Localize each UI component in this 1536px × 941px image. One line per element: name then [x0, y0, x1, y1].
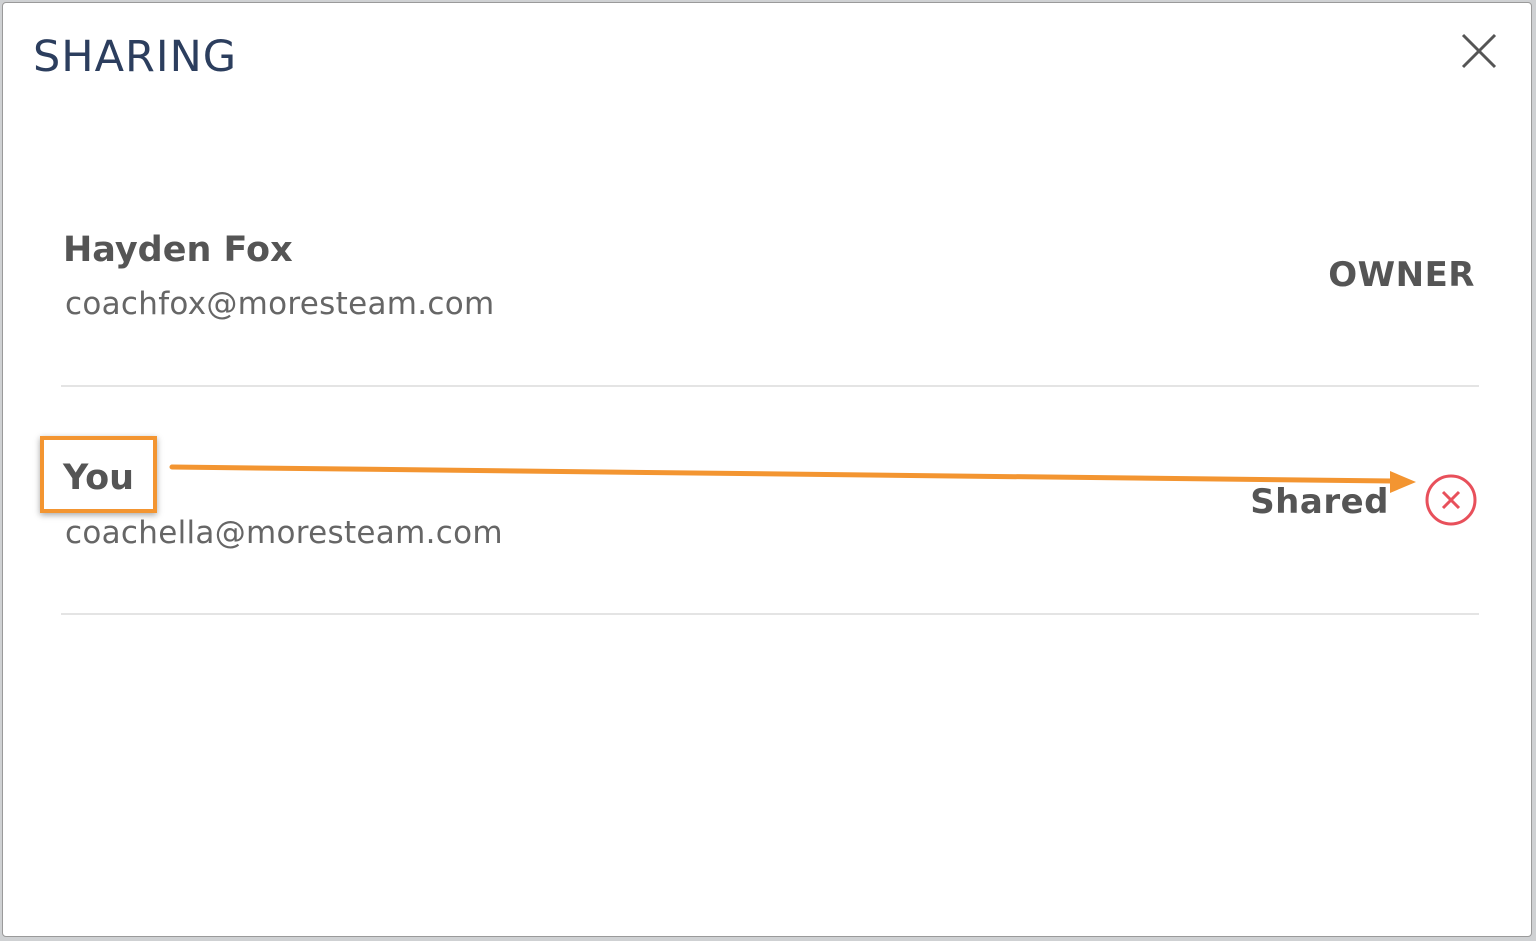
divider — [61, 385, 1479, 387]
remove-share-button[interactable] — [1424, 473, 1478, 527]
circle-x-icon — [1425, 474, 1477, 526]
share-email: coachella@moresteam.com — [65, 515, 503, 551]
close-button[interactable] — [1457, 31, 1499, 73]
annotation-highlight-box — [40, 436, 157, 513]
divider — [61, 613, 1479, 615]
share-email: coachfox@moresteam.com — [65, 286, 495, 322]
share-name: Hayden Fox — [63, 230, 293, 270]
sharing-dialog: SHARING Hayden Fox coachfox@moresteam.co… — [2, 2, 1532, 937]
role-label: OWNER — [1328, 255, 1475, 295]
role-label: Shared — [1250, 482, 1389, 522]
close-icon — [1461, 33, 1497, 69]
dialog-title: SHARING — [33, 32, 238, 82]
